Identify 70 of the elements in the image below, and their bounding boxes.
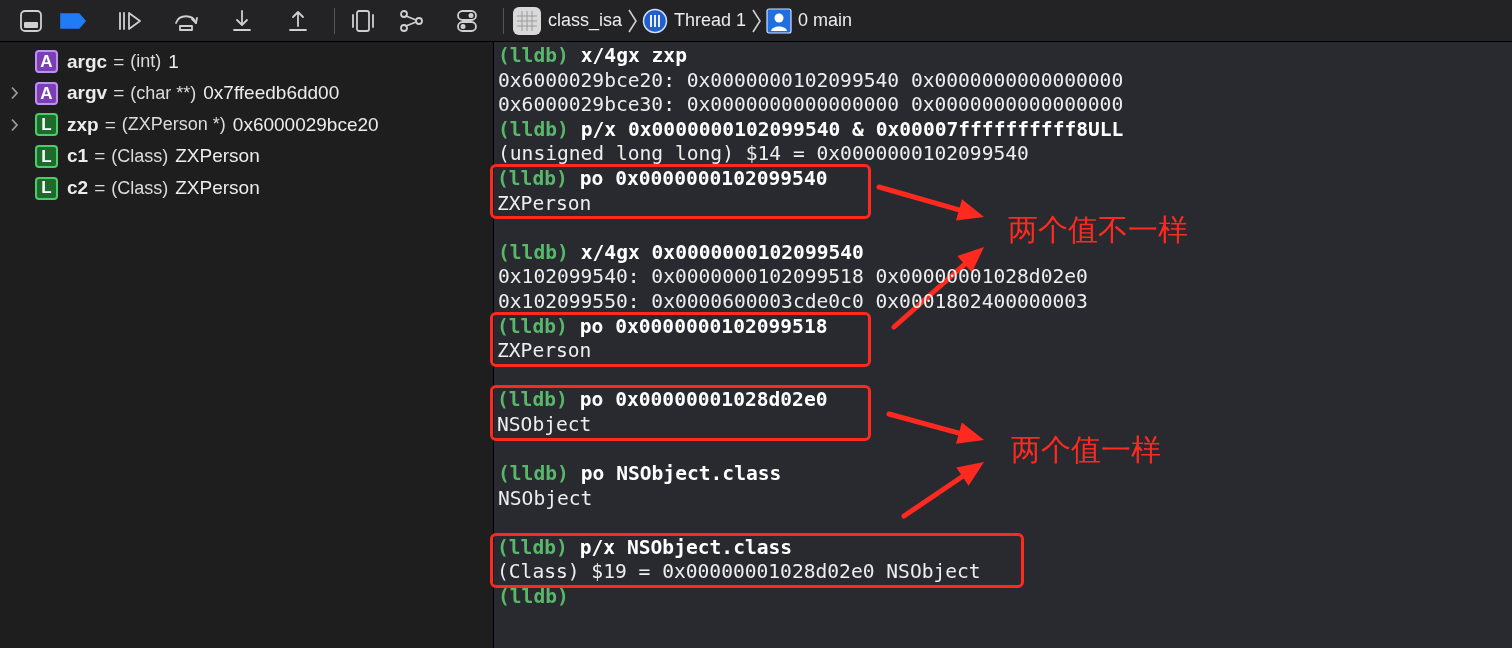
lldb-prompt: (lldb) [497,388,568,413]
variable-type: (char **) [130,81,197,105]
disclosure-chevron-icon[interactable] [10,86,19,101]
app-icon[interactable] [512,5,542,36]
variable-name: c1 [67,144,89,169]
lldb-prompt: (lldb) [497,535,568,561]
lldb-prompt: (lldb) [498,240,569,266]
variable-name: c2 [67,175,89,200]
equals-sign: = [113,81,125,106]
memory-graph-icon[interactable] [398,8,424,33]
equals-sign: = [94,144,106,169]
view-hierarchy-icon[interactable] [351,8,375,33]
variable-value: 1 [168,49,179,74]
breadcrumb-item[interactable]: Thread 1 [674,7,747,34]
step-out-icon[interactable] [287,8,309,33]
variable-kind-badge: A [35,50,58,74]
console-output: (unsigned long long) $14 = 0x0000000102099540 [498,142,1029,167]
console-command: po 0x0000000102099518 [579,314,828,340]
variable-value: 0x7ffeedb6dd00 [203,81,340,106]
variable-kind-badge: L [35,145,58,169]
console-output: 0x6000029bce20: 0x0000000102099540 0x0000000000000000 [498,68,1124,94]
variable-type: (Class) [111,145,169,169]
console-output: 0x6000029bce30: 0x0000000000000000 0x0000000000000000 [498,93,1124,118]
variable-kind-badge: L [35,176,58,200]
console-output: (Class) $19 = 0x00000001028d02e0 NSObject [497,560,981,586]
annotation-label: 两个值一样 [1011,432,1161,468]
console-command: po NSObject.class [580,462,782,487]
step-into-icon[interactable] [231,8,253,33]
equals-sign: = [104,112,116,137]
lldb-prompt: (lldb) [497,166,568,192]
console-command: po 0x00000001028d02e0 [579,388,828,413]
console-command: x/4gx 0x0000000102099540 [580,240,864,266]
chevron-icon [626,7,639,34]
toggles-icon[interactable] [456,8,478,33]
variable-type: (ZXPerson *) [121,113,226,137]
chevron-icon [750,7,763,34]
thread-icon[interactable] [642,7,669,34]
variable-value: ZXPerson [175,175,260,200]
variable-value: ZXPerson [175,144,260,169]
lldb-prompt: (lldb) [498,117,569,143]
variable-kind-badge: A [35,81,58,105]
lldb-prompt: (lldb) [498,462,569,487]
equals-sign: = [113,49,125,74]
console-command: po 0x0000000102099540 [579,166,828,192]
console-command: p/x NSObject.class [579,535,793,561]
breakpoint-icon[interactable] [59,11,87,30]
variable-value: 0x6000029bce20 [232,112,379,137]
lldb-prompt: (lldb) [497,314,568,340]
console-toggle-icon[interactable] [19,8,43,33]
console-command: p/x 0x0000000102099540 & 0x00007ffffffffff8ULL [580,117,1124,143]
console-output: ZXPerson [497,191,592,217]
disclosure-chevron-icon[interactable] [10,118,19,132]
variable-kind-badge: L [35,113,58,137]
person-icon[interactable] [766,7,793,34]
console-output: NSObject [497,412,592,438]
console-output: ZXPerson [497,339,592,364]
breadcrumb-item[interactable]: class_isa [548,7,623,34]
breadcrumb-item[interactable]: 0 main [798,7,853,34]
lldb-prompt: (lldb) [498,585,569,610]
console-command: x/4gx zxp [580,44,687,69]
equals-sign: = [94,175,106,200]
lldb-prompt: (lldb) [498,44,569,69]
variable-type: (int) [130,50,162,74]
console-output: NSObject [498,486,593,512]
variable-type: (Class) [111,176,169,200]
annotation-label: 两个值不一样 [1008,212,1188,248]
continue-icon[interactable] [117,9,143,32]
variable-name: zxp [67,112,99,137]
variable-name: argv [67,81,108,106]
variable-name: argc [67,49,108,74]
